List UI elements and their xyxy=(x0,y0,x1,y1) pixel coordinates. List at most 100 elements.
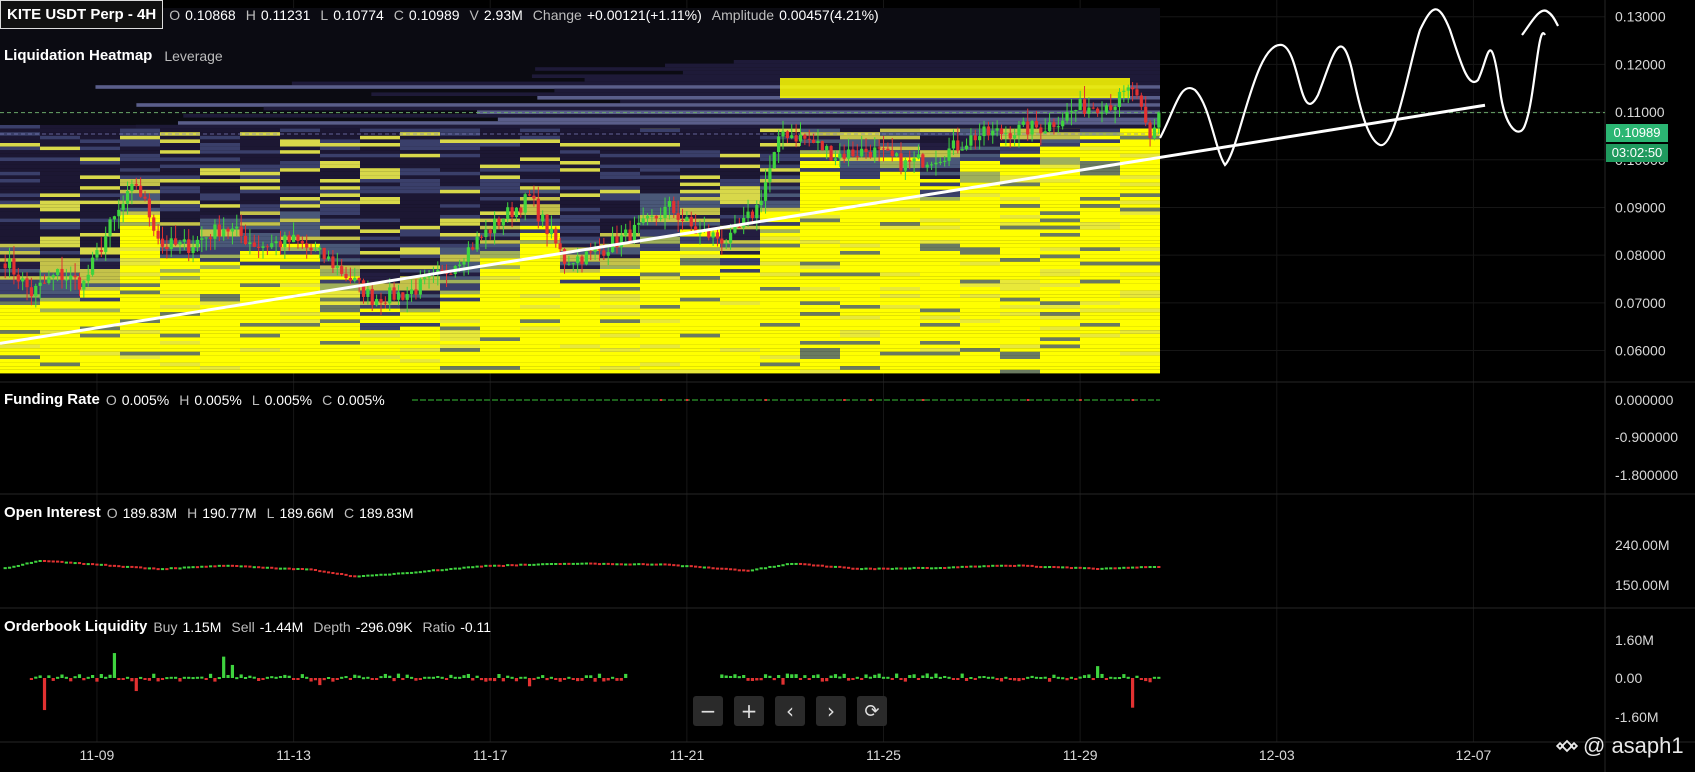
heatmap-cell xyxy=(520,175,560,179)
chart-canvas[interactable]: 0.130000.120000.110000.100000.090000.080… xyxy=(0,0,1695,772)
scroll-right-button[interactable]: › xyxy=(816,696,846,726)
heatmap-cell xyxy=(640,222,680,226)
candle xyxy=(641,218,645,223)
heatmap-cell xyxy=(160,207,200,212)
oi-bar xyxy=(344,573,348,576)
heatmap-cell xyxy=(200,337,240,341)
symbol-title[interactable]: KITE USDT Perp - 4H xyxy=(0,0,164,29)
heatmap-cell xyxy=(760,319,800,323)
heatmap-cell xyxy=(1080,290,1120,295)
heatmap-cell xyxy=(520,128,560,133)
readout-value: 189.83M xyxy=(359,504,414,521)
heatmap-cell xyxy=(880,290,920,295)
heatmap-cell xyxy=(320,204,360,208)
heatmap-cell xyxy=(240,258,280,262)
heatmap-cell xyxy=(40,222,80,226)
readout-value: 0.10868 xyxy=(185,6,236,23)
heatmap-cell xyxy=(680,200,720,205)
ob-axis-label: -1.60M xyxy=(1615,709,1659,725)
heatmap-cell xyxy=(600,168,640,172)
heatmap-cell xyxy=(760,233,800,237)
heatmap-cell xyxy=(560,265,600,269)
oi-bar xyxy=(56,560,60,563)
heatmap-cell xyxy=(720,207,760,212)
indicator-title[interactable]: Liquidation Heatmap xyxy=(4,47,152,64)
heatmap-cell xyxy=(1120,146,1160,151)
funding-title[interactable]: Funding Rate xyxy=(4,391,100,408)
heatmap-cell xyxy=(800,362,840,367)
heatmap-cell xyxy=(960,150,1000,154)
heatmap-cell xyxy=(920,333,960,338)
heatmap-cell xyxy=(800,164,840,169)
heatmap-cell xyxy=(1000,218,1040,223)
heatmap-cell xyxy=(80,233,120,237)
oi-bar xyxy=(73,562,77,565)
candle xyxy=(1082,99,1087,114)
oi-title[interactable]: Open Interest xyxy=(4,504,101,521)
heatmap-cell xyxy=(1120,143,1160,147)
reset-chart-button[interactable]: ⟳ xyxy=(857,696,887,726)
oi-bar xyxy=(139,566,143,569)
oi-bar xyxy=(25,562,29,565)
oi-bar xyxy=(567,562,571,565)
heatmap-cell xyxy=(840,233,880,237)
heatmap-cell xyxy=(80,211,120,215)
candle xyxy=(1100,112,1104,114)
heatmap-cell xyxy=(40,315,80,320)
oi-bar xyxy=(1130,566,1135,569)
heatmap-cell xyxy=(520,290,560,295)
heatmap-cell xyxy=(560,269,600,273)
ob-bar xyxy=(313,678,318,681)
heatmap-cell xyxy=(1120,200,1160,205)
heatmap-cell xyxy=(920,301,960,305)
heatmap-cell xyxy=(920,229,960,233)
heatmap-cell xyxy=(1000,207,1040,212)
time-axis-label: 11-21 xyxy=(669,747,704,763)
heatmap-cell xyxy=(880,182,920,187)
ob-title[interactable]: Orderbook Liquidity xyxy=(4,618,147,635)
ob-bar xyxy=(864,674,868,678)
scroll-left-button[interactable]: ‹ xyxy=(775,696,805,726)
readout-item: C 0.10989 xyxy=(394,7,460,23)
ob-bar xyxy=(278,676,283,679)
heatmap-cell xyxy=(1080,366,1120,370)
heatmap-cell xyxy=(200,297,240,302)
readout-key: H xyxy=(245,6,256,23)
heatmap-cell xyxy=(120,297,160,302)
heatmap-cell xyxy=(1000,326,1040,331)
zoom-out-button[interactable]: − xyxy=(693,696,723,726)
heatmap-cell xyxy=(720,186,760,190)
heatmap-cell xyxy=(720,333,760,338)
heatmap-cell xyxy=(1120,207,1160,212)
heatmap-cell xyxy=(1000,355,1040,359)
heatmap-cell xyxy=(760,247,800,251)
heatmap-cell xyxy=(760,240,800,244)
heatmap-cell xyxy=(120,236,160,241)
readout-key: L xyxy=(320,6,329,23)
heatmap-cell xyxy=(360,229,400,233)
heatmap-cell xyxy=(680,323,720,327)
heatmap-cell xyxy=(880,308,920,313)
zoom-in-button[interactable]: + xyxy=(734,696,764,726)
heatmap-cell xyxy=(360,247,400,251)
heatmap-cell xyxy=(560,333,600,338)
heatmap-cell xyxy=(0,207,40,212)
candle xyxy=(676,213,680,220)
heatmap-cell xyxy=(680,344,720,349)
heatmap-cell xyxy=(1040,301,1080,305)
heatmap-cell xyxy=(0,189,40,194)
oi-bar xyxy=(82,562,86,565)
readout-value: -0.11 xyxy=(460,618,492,635)
heatmap-cell xyxy=(400,305,440,309)
oi-bar xyxy=(274,567,278,570)
heatmap-cell xyxy=(400,128,440,133)
heatmap-cell xyxy=(0,211,40,215)
ob-bar xyxy=(191,677,195,680)
heatmap-cell xyxy=(960,348,1000,352)
ob-bar xyxy=(943,675,947,678)
candle xyxy=(685,216,689,221)
heatmap-cell xyxy=(960,276,1000,280)
heatmap-cell xyxy=(240,218,280,223)
heatmap-cell xyxy=(40,200,80,205)
heatmap-cell xyxy=(800,337,840,341)
